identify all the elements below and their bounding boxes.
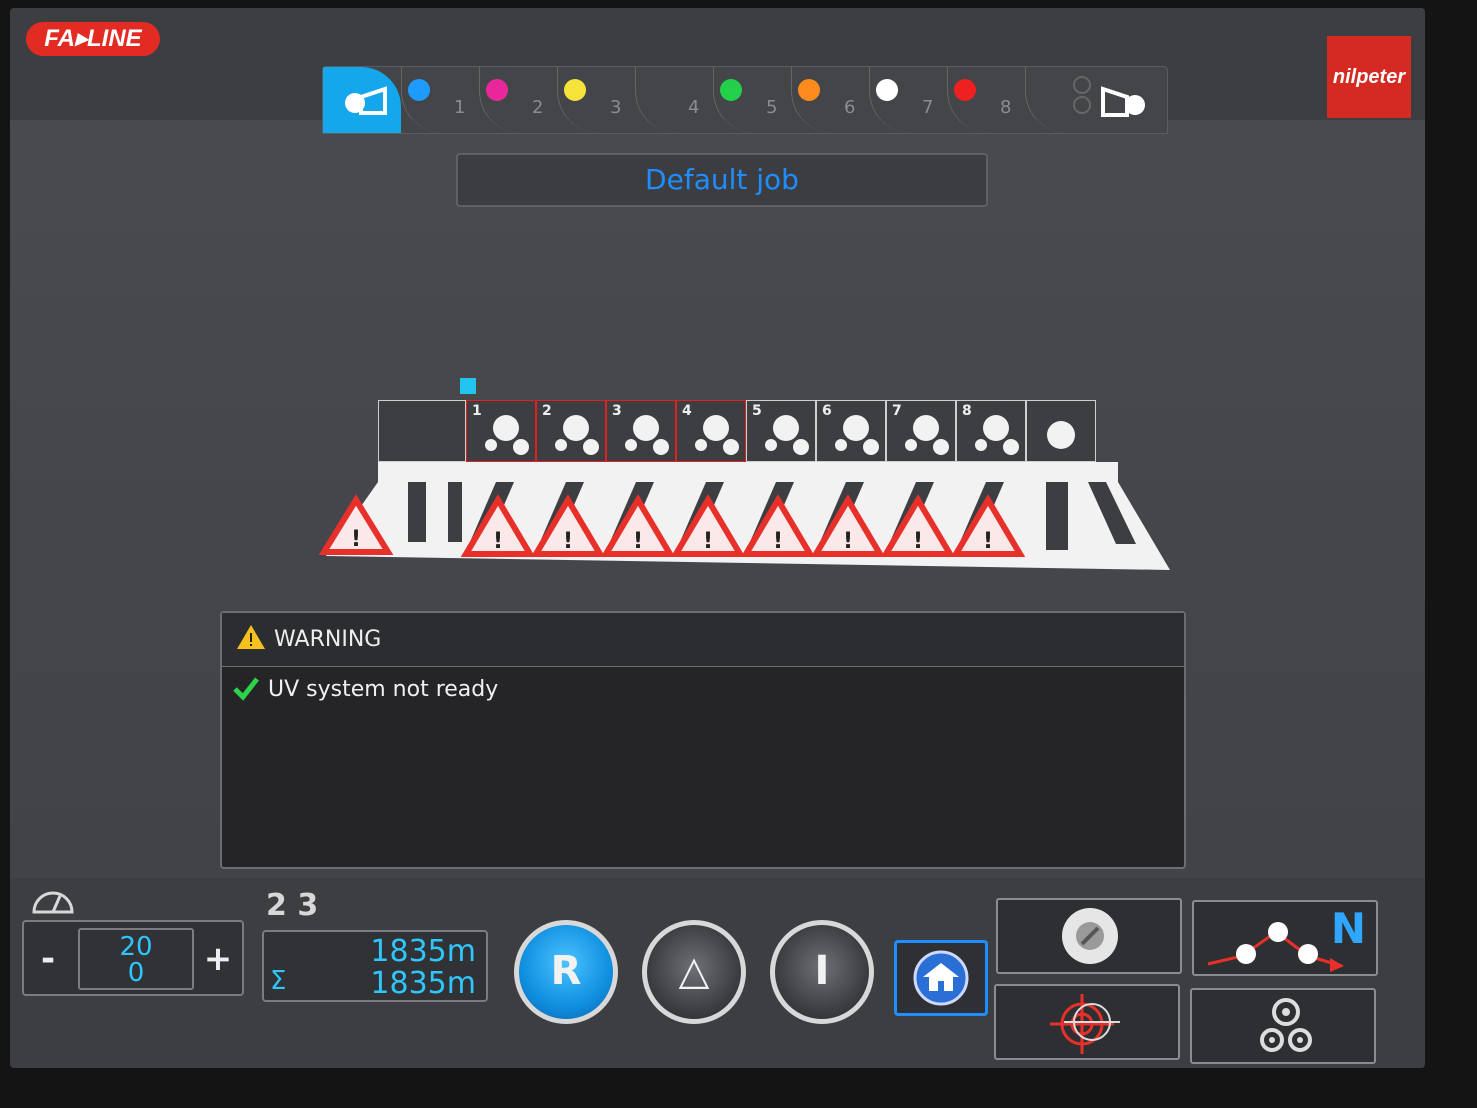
tab-station-5[interactable]: 5 [713,67,791,133]
station-number: 4 [688,97,700,118]
speedometer-icon [32,891,74,914]
station-number: 2 [532,97,544,118]
tab-station-4[interactable]: 4 [635,67,713,133]
svg-text:!: ! [843,529,853,554]
ink-dot-8 [954,79,976,101]
unwind-icon [345,86,387,115]
rewind-icon [1101,86,1145,117]
rewind-tab[interactable] [1089,67,1167,133]
warning-triangle-icon [237,625,265,649]
speed-readout: 20 0 [78,928,194,990]
ink-dot-1 [408,79,430,101]
svg-text:!: ! [703,529,713,554]
register-tile-button[interactable] [994,984,1180,1060]
warning-message-row[interactable]: UV system not ready [232,673,1132,707]
fa-line-logo: FA▸LINE [26,22,160,56]
camera-tile-button[interactable] [996,898,1182,974]
svg-text:!: ! [983,529,993,554]
warning-panel: WARNING UV system not ready [220,611,1186,869]
tab-station-8[interactable]: 8 [947,67,1025,133]
tab-station-3[interactable]: 3 [557,67,635,133]
press-overview-diagram: 1 2 3 4 5 6 7 8 ! ! ! ! ! ! ! ! ! [310,368,1170,578]
stop-button[interactable]: △ [642,920,746,1024]
speed-actual: 0 [127,958,145,988]
hmi-screen: FA▸LINE nilpeter 1 2 3 4 5 6 7 8 Default… [10,8,1425,1068]
svg-text:!: ! [493,529,503,554]
station-number: 5 [766,97,778,118]
ink-dot-7 [876,79,898,101]
ink-dot-2 [486,79,508,101]
tab-station-1[interactable]: 1 [401,67,479,133]
inspection-camera-icon [1062,908,1118,964]
settings-tile-button[interactable] [1190,988,1376,1064]
nilpeter-logo: nilpeter [1327,36,1411,118]
station-number: 6 [844,97,856,118]
checkmark-icon [233,677,259,701]
speed-control: - 20 0 + [22,920,244,996]
home-icon [913,950,969,1006]
station-number: 3 [610,97,622,118]
job-name-field[interactable]: Default job [456,153,988,207]
speed-decrease-button[interactable]: - [28,932,68,986]
alarm-warning-icons: !!! !!! !!! [318,494,1026,557]
station-tab-strip: 1 2 3 4 5 6 7 8 [322,66,1168,134]
ink-dot-5 [720,79,742,101]
sigma-symbol: Σ [270,966,287,996]
tab-station-2[interactable]: 2 [479,67,557,133]
job-length: 1835m [370,934,476,969]
ink-dot-3 [564,79,586,101]
web-path-label: N [1330,904,1366,953]
speed-increase-button[interactable]: + [198,932,238,986]
warning-message: UV system not ready [268,677,499,702]
run-button[interactable]: I [770,920,874,1024]
reset-button[interactable]: R [514,920,618,1024]
svg-text:!: ! [563,529,573,554]
unwind-tab[interactable] [323,67,401,133]
counter-label: 2 3 [266,888,319,923]
gears-icon [1260,998,1312,1052]
web-path-tile-button[interactable]: N [1192,900,1378,976]
svg-text:!: ! [351,527,361,552]
ink-dot-6 [798,79,820,101]
meter-counter[interactable]: 1835m 1835m Σ [262,930,488,1002]
svg-text:!: ! [913,529,923,554]
station-number: 1 [454,97,466,118]
tab-station-6[interactable]: 6 [791,67,869,133]
station-number: 8 [1000,97,1012,118]
home-button[interactable] [894,940,988,1016]
speed-setpoint: 20 [119,932,153,962]
total-length: 1835m [370,966,476,1001]
svg-text:!: ! [773,529,783,554]
svg-text:!: ! [633,529,643,554]
station-number: 7 [922,97,934,118]
warning-header: WARNING [222,613,1184,667]
warning-title: WARNING [274,627,382,652]
tab-station-7[interactable]: 7 [869,67,947,133]
register-crosshair-icon [1050,994,1120,1054]
